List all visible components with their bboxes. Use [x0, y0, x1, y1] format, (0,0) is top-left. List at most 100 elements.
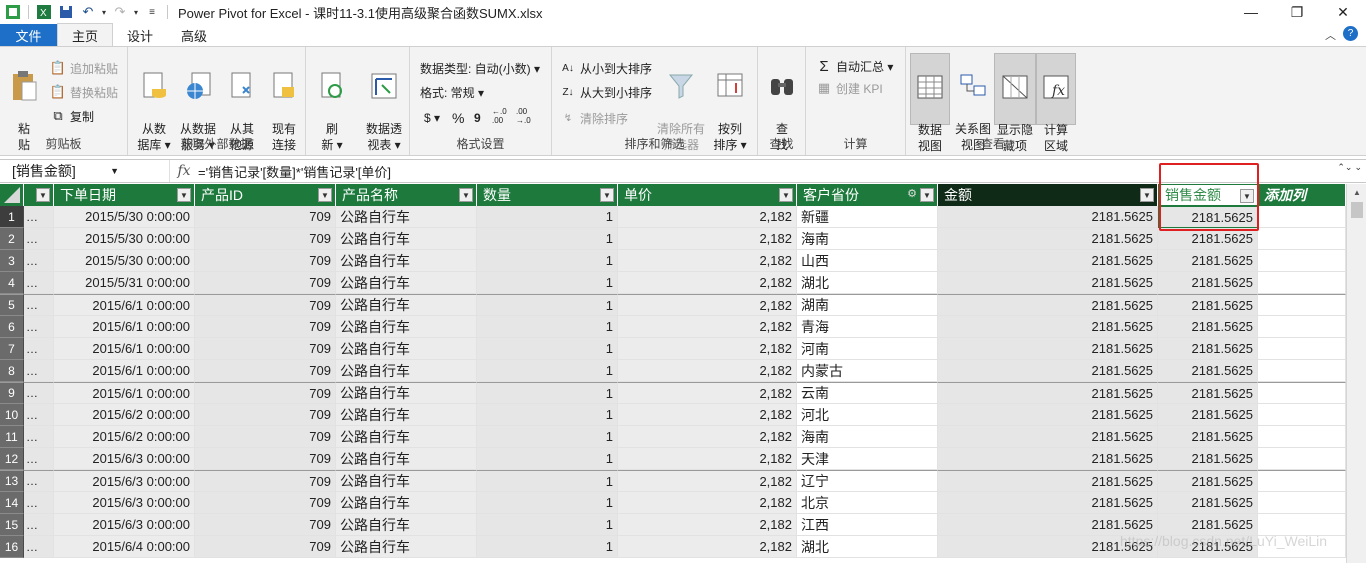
table-cell[interactable]: 1	[477, 536, 618, 558]
table-cell[interactable]: 2181.5625	[1158, 316, 1258, 338]
table-cell[interactable]: 1	[477, 294, 618, 316]
row-number[interactable]: 4	[0, 272, 24, 294]
table-cell[interactable]: 1	[477, 404, 618, 426]
table-row[interactable]: 9… 2015/6/1 0:00:00 709 公路自行车 1 2,182 云南 2181.5…	[0, 382, 1346, 404]
row-number[interactable]: 16	[0, 536, 24, 558]
table-cell[interactable]: 2,182	[618, 514, 797, 536]
table-cell[interactable]: 2,182	[618, 382, 797, 404]
table-cell[interactable]	[1258, 250, 1346, 272]
table-row[interactable]: 14… 2015/6/3 0:00:00 709 公路自行车 1 2,182 北京 2181.…	[0, 492, 1346, 514]
table-cell[interactable]: 709	[195, 492, 336, 514]
filter-dropdown-icon[interactable]: ▼	[1240, 189, 1254, 203]
table-cell[interactable]: 2181.5625	[1158, 426, 1258, 448]
filter-dropdown-icon[interactable]: ▼	[177, 188, 191, 202]
comma-style-button[interactable]: 9	[474, 107, 481, 129]
table-cell[interactable]: 709	[195, 360, 336, 382]
table-cell[interactable]: 709	[195, 316, 336, 338]
table-cell[interactable]: …	[24, 250, 54, 272]
table-cell[interactable]: 2,182	[618, 228, 797, 250]
format-dropdown[interactable]: 格式: 常规 ▾	[420, 81, 484, 103]
table-cell[interactable]: 1	[477, 514, 618, 536]
table-row[interactable]: 4… 2015/5/31 0:00:00 709 公路自行车 1 2,182 湖北 2181.…	[0, 272, 1346, 294]
sort-ascending-button[interactable]: A↓ 从小到大排序	[560, 57, 652, 79]
refresh-button[interactable]: 刷 新 ▾	[310, 53, 354, 153]
table-cell[interactable]: 2181.5625	[938, 338, 1158, 360]
table-cell[interactable]: 2,182	[618, 536, 797, 558]
redo-icon[interactable]: ↷	[109, 1, 131, 23]
row-number[interactable]: 2	[0, 228, 24, 250]
table-cell[interactable]: 2181.5625	[938, 316, 1158, 338]
table-cell[interactable]	[1258, 228, 1346, 250]
name-box[interactable]: [销售金额] ▼	[0, 160, 170, 182]
sort-descending-button[interactable]: Z↓ 从大到小排序	[560, 81, 652, 103]
column-header-add-column[interactable]: 添加列	[1258, 184, 1346, 206]
fx-icon[interactable]: fx	[170, 163, 198, 179]
filter-dropdown-icon[interactable]: ▼	[459, 188, 473, 202]
table-cell[interactable]: 河北	[797, 404, 938, 426]
row-number[interactable]: 15	[0, 514, 24, 536]
minimize-button[interactable]: —	[1228, 0, 1274, 24]
table-cell[interactable]: 2015/6/1 0:00:00	[54, 338, 195, 360]
column-header-quantity[interactable]: 数量 ▼	[477, 184, 618, 206]
table-cell[interactable]: 2,182	[618, 316, 797, 338]
table-cell[interactable]: 2181.5625	[938, 228, 1158, 250]
table-cell[interactable]: 湖北	[797, 272, 938, 294]
decrease-decimal-button[interactable]: .00 →.0	[516, 105, 531, 127]
table-cell[interactable]: 2181.5625	[938, 382, 1158, 404]
table-cell[interactable]: 公路自行车	[336, 470, 477, 492]
table-cell[interactable]	[1258, 470, 1346, 492]
column-header-province[interactable]: 客户省份 ▼ ⚙	[797, 184, 938, 206]
increase-decimal-button[interactable]: ←.0 .00	[492, 105, 507, 127]
table-row[interactable]: 7… 2015/6/1 0:00:00 709 公路自行车 1 2,182 河南 2181.5…	[0, 338, 1346, 360]
table-cell[interactable]: 海南	[797, 228, 938, 250]
filter-dropdown-icon[interactable]: ▼	[779, 188, 793, 202]
undo-dropdown-icon[interactable]: ▾	[99, 1, 109, 23]
table-cell[interactable]: 2,182	[618, 272, 797, 294]
table-cell[interactable]: 709	[195, 448, 336, 470]
table-cell[interactable]	[1258, 272, 1346, 294]
table-cell[interactable]: 2181.5625	[1158, 206, 1258, 228]
table-cell[interactable]: 2015/6/3 0:00:00	[54, 448, 195, 470]
formula-input[interactable]: ='销售记录'[数量]*'销售记录'[单价]	[198, 162, 391, 181]
table-cell[interactable]: 内蒙古	[797, 360, 938, 382]
table-cell[interactable]: 2,182	[618, 338, 797, 360]
table-row[interactable]: 12… 2015/6/3 0:00:00 709 公路自行车 1 2,182 天津 2181.…	[0, 448, 1346, 470]
column-header-product-name[interactable]: 产品名称 ▼	[336, 184, 477, 206]
restore-button[interactable]: ❐	[1274, 0, 1320, 24]
column-header-sales-amount[interactable]: 销售金额 ▼	[1158, 184, 1258, 206]
table-cell[interactable]: 新疆	[797, 206, 938, 228]
table-cell[interactable]: …	[24, 382, 54, 404]
row-number[interactable]: 12	[0, 448, 24, 470]
table-cell[interactable]: 1	[477, 382, 618, 404]
table-cell[interactable]	[1258, 426, 1346, 448]
table-cell[interactable]: 709	[195, 250, 336, 272]
pivot-table-button[interactable]: 数据透 视表 ▾	[362, 53, 406, 153]
table-cell[interactable]: …	[24, 448, 54, 470]
table-cell[interactable]: …	[24, 294, 54, 316]
table-cell[interactable]: …	[24, 536, 54, 558]
table-cell[interactable]: 公路自行车	[336, 206, 477, 228]
table-cell[interactable]: 公路自行车	[336, 272, 477, 294]
table-cell[interactable]: 2181.5625	[938, 360, 1158, 382]
row-number[interactable]: 1	[0, 206, 24, 228]
table-cell[interactable]: 2181.5625	[938, 294, 1158, 316]
table-cell[interactable]: 1	[477, 206, 618, 228]
row-number[interactable]: 6	[0, 316, 24, 338]
tab-design[interactable]: 设计	[113, 24, 167, 46]
excel-icon[interactable]: X	[33, 1, 55, 23]
table-cell[interactable]: 709	[195, 470, 336, 492]
table-cell[interactable]	[1258, 206, 1346, 228]
row-number[interactable]: 3	[0, 250, 24, 272]
table-cell[interactable]: 709	[195, 536, 336, 558]
calculation-area-button[interactable]: fx 计算 区域	[1036, 53, 1076, 153]
table-cell[interactable]: 2181.5625	[1158, 360, 1258, 382]
table-cell[interactable]: 2181.5625	[1158, 228, 1258, 250]
table-cell[interactable]: 2181.5625	[1158, 492, 1258, 514]
table-cell[interactable]: 1	[477, 338, 618, 360]
table-cell[interactable]: 1	[477, 250, 618, 272]
table-cell[interactable]	[1258, 338, 1346, 360]
filter-dropdown-icon[interactable]: ▼	[36, 188, 50, 202]
formula-expand-icon[interactable]: ⌄	[1354, 162, 1362, 173]
table-cell[interactable]: 1	[477, 272, 618, 294]
table-cell[interactable]: 709	[195, 404, 336, 426]
